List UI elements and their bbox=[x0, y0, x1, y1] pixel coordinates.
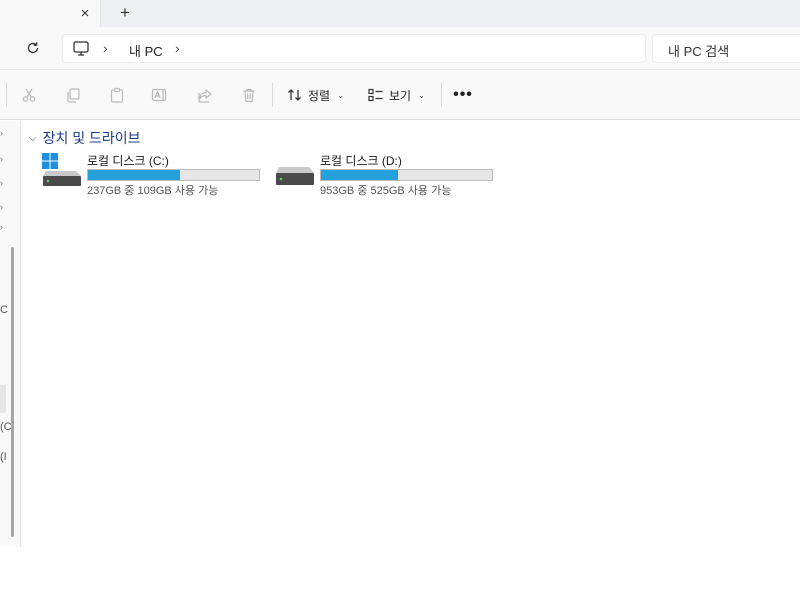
close-tab-icon[interactable]: × bbox=[76, 4, 94, 22]
share-icon[interactable] bbox=[195, 86, 215, 104]
nav-scrollbar[interactable] bbox=[11, 247, 14, 537]
navigation-pane: › › › › › C (C (I bbox=[0, 121, 21, 547]
expand-chevron-icon[interactable]: › bbox=[0, 202, 3, 212]
breadcrumb-chevron-icon[interactable]: › bbox=[103, 40, 108, 56]
search-placeholder: 내 PC 검색 bbox=[668, 44, 730, 59]
devices-drives-group[interactable]: ⌵ 장치 및 드라이브 bbox=[29, 128, 141, 148]
chevron-down-icon: ⌵ bbox=[29, 132, 37, 144]
new-tab-button[interactable]: + bbox=[114, 3, 136, 23]
drive-usage-bar bbox=[87, 169, 260, 181]
divider bbox=[6, 83, 7, 107]
paste-icon[interactable] bbox=[107, 86, 127, 104]
group-title: 장치 및 드라이브 bbox=[42, 130, 141, 146]
nav-selected-item[interactable] bbox=[0, 385, 6, 413]
expand-chevron-icon[interactable]: › bbox=[0, 222, 3, 232]
expand-chevron-icon[interactable]: › bbox=[0, 128, 3, 138]
search-input[interactable]: 내 PC 검색 bbox=[652, 34, 800, 63]
drive-free-space: 237GB 중 109GB 사용 가능 bbox=[87, 185, 219, 197]
sort-label: 정렬 bbox=[308, 88, 331, 103]
view-label: 보기 bbox=[389, 88, 412, 103]
expand-chevron-icon[interactable]: › bbox=[0, 154, 3, 164]
breadcrumb-this-pc[interactable]: 내 PC bbox=[129, 41, 163, 60]
view-icon bbox=[368, 88, 383, 102]
windows-drive-icon bbox=[41, 152, 85, 192]
nav-item-fragment[interactable]: (C bbox=[0, 421, 12, 433]
cut-icon[interactable] bbox=[19, 86, 39, 104]
nav-item-fragment[interactable]: C bbox=[0, 304, 8, 316]
this-pc-icon bbox=[73, 41, 89, 59]
view-button[interactable]: 보기 ⌄ bbox=[368, 83, 425, 107]
breadcrumb-chevron-icon[interactable]: › bbox=[175, 40, 180, 56]
delete-icon[interactable] bbox=[239, 86, 259, 104]
more-options-button[interactable]: ••• bbox=[452, 84, 474, 106]
expand-chevron-icon[interactable]: › bbox=[0, 178, 3, 188]
drive-c[interactable]: 로컬 디스크 (C:) 237GB 중 109GB 사용 가능 bbox=[41, 152, 271, 198]
drive-d[interactable]: 로컬 디스크 (D:) 953GB 중 525GB 사용 가능 bbox=[274, 152, 504, 198]
drive-usage-fill bbox=[88, 170, 181, 180]
sort-button[interactable]: 정렬 ⌄ bbox=[287, 83, 344, 107]
drive-name: 로컬 디스크 (C:) bbox=[87, 154, 169, 168]
rename-icon[interactable] bbox=[150, 86, 170, 104]
drive-free-space: 953GB 중 525GB 사용 가능 bbox=[320, 185, 452, 197]
chevron-down-icon: ⌄ bbox=[337, 90, 344, 100]
copy-icon[interactable] bbox=[63, 86, 83, 104]
command-bar: 정렬 ⌄ 보기 ⌄ ••• bbox=[0, 70, 800, 120]
chevron-down-icon: ⌄ bbox=[418, 90, 425, 100]
tab-strip: × + bbox=[0, 0, 800, 27]
active-tab[interactable]: × bbox=[0, 0, 101, 27]
sort-icon bbox=[288, 89, 301, 101]
divider bbox=[441, 83, 442, 107]
refresh-icon[interactable] bbox=[22, 38, 44, 58]
address-bar[interactable]: › 내 PC › bbox=[62, 34, 646, 63]
drive-usage-fill bbox=[321, 170, 398, 180]
hard-drive-icon bbox=[274, 152, 318, 192]
nav-item-fragment[interactable]: (I bbox=[0, 451, 7, 463]
address-toolbar: › 내 PC › 내 PC 검색 bbox=[0, 27, 800, 70]
divider bbox=[272, 83, 273, 107]
drive-usage-bar bbox=[320, 169, 493, 181]
drive-name: 로컬 디스크 (D:) bbox=[320, 154, 402, 168]
